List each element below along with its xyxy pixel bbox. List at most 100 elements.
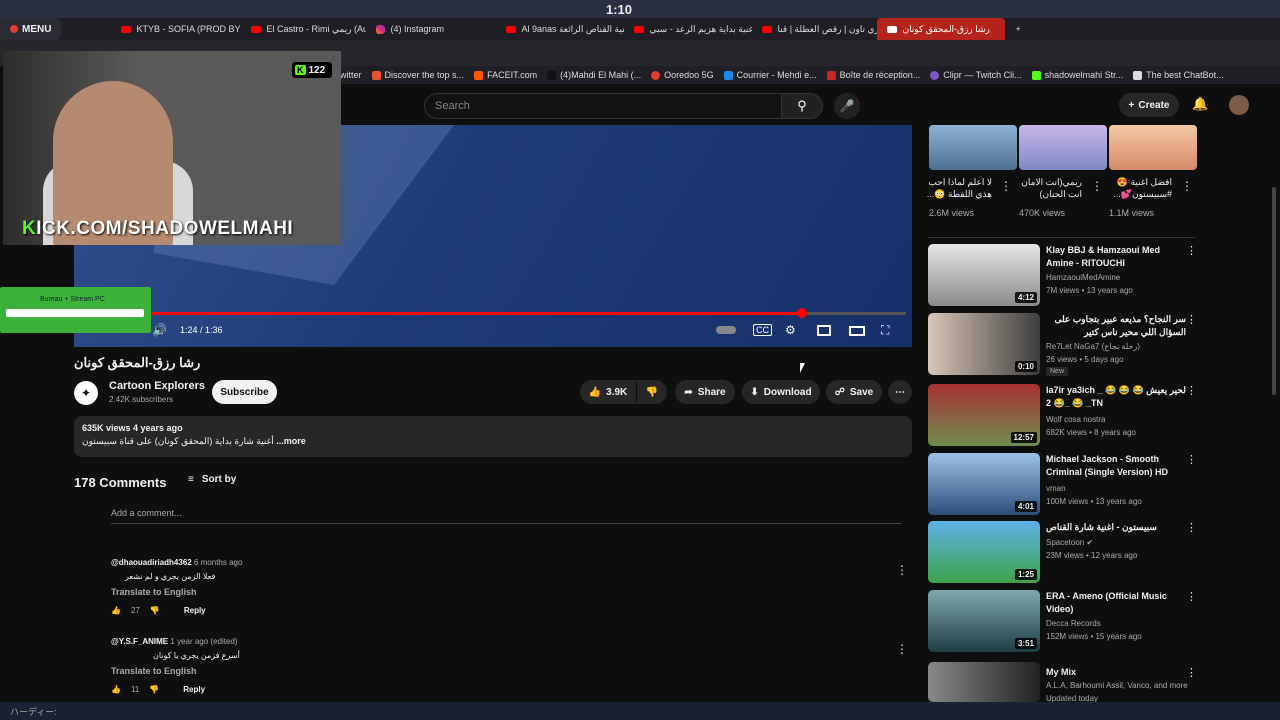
video-channel[interactable]: Spacetoon ✔ <box>1046 538 1093 547</box>
video-thumbnail[interactable]: 4:01 <box>928 453 1040 515</box>
short-title[interactable]: لا اعلم لماذا احب هذي اللقطة 😳... <box>922 176 992 200</box>
recommended-video[interactable]: 4:01 Michael Jackson - Smooth Criminal (… <box>928 453 1198 517</box>
video-channel[interactable]: Re7Let NaGa7 (رحلة نجاح) <box>1046 342 1140 351</box>
settings-gear-icon[interactable]: ⚙ <box>785 323 796 337</box>
video-menu-icon[interactable]: ⋮ <box>1186 521 1197 534</box>
video-menu-icon[interactable]: ⋮ <box>1186 244 1197 257</box>
video-channel[interactable]: Wolf cosa nostra <box>1046 415 1105 424</box>
recommended-video[interactable]: 12:57 la7ir ya3ich _ لحير يعيش 😂 😂 😂 😂 2… <box>928 384 1198 448</box>
tab-active[interactable]: رشا رزق-المحقق كونان <box>877 18 1006 40</box>
video-menu-icon[interactable]: ⋮ <box>1186 666 1197 679</box>
autoplay-toggle[interactable] <box>716 326 736 334</box>
dislike-button[interactable]: 👎 <box>637 380 667 404</box>
browser-menu-button[interactable]: MENU <box>0 18 62 40</box>
subscribe-button[interactable]: Subscribe <box>212 380 277 404</box>
progress-scrubber[interactable] <box>797 308 807 318</box>
bookmark-0[interactable]: witter <box>340 70 362 80</box>
video-thumbnail[interactable]: 1:25 <box>928 521 1040 583</box>
like-button[interactable]: 👍 3.9K <box>580 380 636 404</box>
channel-name[interactable]: Cartoon Explorers <box>109 380 205 392</box>
short-menu-icon[interactable]: ⋮ <box>1181 179 1193 193</box>
recommended-video[interactable]: 1:25 سبيستون - اغنية شارة القناص Spaceto… <box>928 521 1198 585</box>
search-button[interactable]: ⚲ <box>781 93 823 119</box>
download-button[interactable]: ⬇ Download <box>742 380 820 404</box>
bookmark-9[interactable]: The best ChatBot... <box>1133 70 1224 80</box>
video-thumbnail[interactable]: 12:57 <box>928 384 1040 446</box>
recommended-video[interactable]: 0:10 سر النجاح؟ مذيعه عبير بتجاوب على ال… <box>928 313 1198 377</box>
video-title[interactable]: سر النجاح؟ مذيعه عبير بتجاوب على السؤال … <box>1046 313 1186 339</box>
comment-author[interactable]: @Y.S.F_ANIME <box>111 637 168 646</box>
video-title[interactable]: la7ir ya3ich _ لحير يعيش 😂 😂 😂 😂 2_ 😂 _T… <box>1046 384 1186 410</box>
new-tab-button[interactable]: + <box>1005 18 1030 40</box>
comment-menu-icon[interactable]: ⋮ <box>896 563 908 577</box>
short-thumbnail[interactable] <box>929 125 1017 170</box>
channel-avatar[interactable]: ✦ <box>74 381 98 405</box>
video-thumbnail[interactable]: 3:51 <box>928 590 1040 652</box>
video-thumbnail[interactable]: 0:10 <box>928 313 1040 375</box>
video-title[interactable]: سبيستون - اغنية شارة القناص <box>1046 521 1186 534</box>
volume-icon[interactable]: 🔊 <box>152 323 167 337</box>
show-more-link[interactable]: ...more <box>276 436 306 446</box>
short-title[interactable]: افضل اغنية 😍 #سبيستون💕... <box>1102 176 1172 200</box>
recommended-video[interactable]: 4:12 Klay BBJ & Hamzaoui Med Amine - RIT… <box>928 244 1198 308</box>
short-menu-icon[interactable]: ⋮ <box>1000 179 1012 193</box>
video-menu-icon[interactable]: ⋮ <box>1186 313 1197 326</box>
translate-link[interactable]: Translate to English <box>111 587 242 597</box>
video-menu-icon[interactable]: ⋮ <box>1186 453 1197 466</box>
short-thumbnail[interactable] <box>1109 125 1197 170</box>
comment-author[interactable]: @dhaouadiriadh4362 <box>111 558 192 567</box>
theater-mode-icon[interactable] <box>849 326 865 336</box>
thumbs-down-icon[interactable]: 👎 <box>150 606 160 615</box>
bookmark-7[interactable]: Clipr — Twitch Cli... <box>930 70 1022 80</box>
save-button[interactable]: ☍ Save <box>826 380 882 404</box>
captions-icon[interactable]: CC <box>753 324 772 336</box>
bookmark-6[interactable]: Boîte de réception... <box>826 70 920 80</box>
bookmark-5[interactable]: Courrier - Mehdi e... <box>723 70 817 80</box>
video-menu-icon[interactable]: ⋮ <box>1186 590 1197 603</box>
notifications-bell-icon[interactable]: 🔔 <box>1192 96 1208 112</box>
bookmark-1[interactable]: Discover the top s... <box>371 70 464 80</box>
miniplayer-icon[interactable] <box>817 325 831 336</box>
recommended-mix[interactable]: My Mix A.L.A, Barhoumi Assil, Vanco, and… <box>928 662 1198 703</box>
mix-title[interactable]: My Mix <box>1046 666 1186 679</box>
recommended-video[interactable]: 3:51 ERA - Ameno (Official Music Video) … <box>928 590 1198 654</box>
thumbs-down-icon[interactable]: 👎 <box>149 685 159 694</box>
voice-search-button[interactable]: 🎤 <box>834 93 860 119</box>
tab-4[interactable]: أغنية بداية هزيم الرعد - سبي <box>624 18 752 40</box>
translate-link[interactable]: Translate to English <box>111 666 240 676</box>
video-channel[interactable]: vman <box>1046 484 1066 493</box>
video-thumbnail[interactable]: 4:12 <box>928 244 1040 306</box>
create-button[interactable]: + Create <box>1119 93 1179 117</box>
short-thumbnail[interactable] <box>1019 125 1107 170</box>
share-button[interactable]: ➦ Share <box>675 380 735 404</box>
account-avatar[interactable] <box>1229 95 1249 115</box>
thumbs-up-icon[interactable]: 👍 <box>111 606 121 615</box>
tab-3[interactable]: Al 9anas أغنية القناص الرائعة <box>496 18 624 40</box>
bookmark-4[interactable]: Ooredoo 5G <box>651 70 714 80</box>
tab-1[interactable]: El Castro - Rimi ريمي (Au <box>241 18 366 40</box>
reply-button[interactable]: Reply <box>183 685 205 694</box>
video-channel[interactable]: HamzaouiMedAmine <box>1046 273 1120 282</box>
bookmark-2[interactable]: FACEIT.com <box>474 70 537 80</box>
thumbs-up-icon[interactable]: 👍 <box>111 685 121 694</box>
add-comment-input[interactable]: Add a comment... <box>111 508 901 524</box>
comment-menu-icon[interactable]: ⋮ <box>896 642 908 656</box>
mix-thumbnail[interactable] <box>928 662 1040 702</box>
description-box[interactable]: 635K views 4 years ago أغنية شارة بداية … <box>74 416 912 457</box>
bookmark-3[interactable]: (4)Mahdi El Mahi (... <box>547 70 641 80</box>
bookmark-8[interactable]: shadowelmahi Str... <box>1031 70 1123 80</box>
search-input[interactable]: Search <box>424 93 782 119</box>
video-title[interactable]: Klay BBJ & Hamzaoui Med Amine - RITOUCHI <box>1046 244 1186 270</box>
sort-comments-button[interactable]: ≡ Sort by <box>188 474 236 485</box>
video-channel[interactable]: Decca Records <box>1046 619 1101 628</box>
page-scrollbar[interactable] <box>1272 187 1276 395</box>
tab-0[interactable]: KTYB - SOFIA (PROD BY <box>111 18 241 40</box>
more-actions-button[interactable]: ⋯ <box>888 380 912 404</box>
video-menu-icon[interactable]: ⋮ <box>1186 384 1197 397</box>
tab-5[interactable]: ليزي تاون | رقص العطلة | قنا <box>752 18 877 40</box>
video-title[interactable]: Michael Jackson - Smooth Criminal (Singl… <box>1046 453 1186 479</box>
tab-2[interactable]: (4) Instagram <box>366 18 496 40</box>
video-title[interactable]: ERA - Ameno (Official Music Video) <box>1046 590 1186 616</box>
fullscreen-icon[interactable]: ⛶ <box>881 323 889 338</box>
short-title[interactable]: ريمي(انت الامان انت الحنان) <box>1012 176 1082 200</box>
